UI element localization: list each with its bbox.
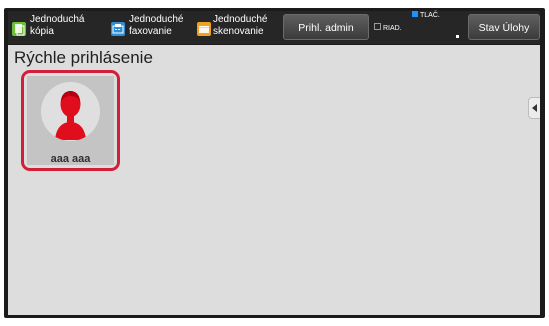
main-content: Rýchle prihlásenie aaa aaa [8, 45, 540, 315]
easy-fax-button[interactable]: Jednoduché faxovanie [109, 11, 195, 44]
user-silhouette-icon [55, 91, 86, 140]
easy-copy-button[interactable]: Jednoduchá kópia [10, 11, 106, 44]
scan-icon [197, 22, 211, 36]
job-status-button[interactable]: Stav Úlohy [468, 14, 540, 40]
status-dot [456, 35, 459, 38]
user-card-body: aaa aaa [27, 76, 114, 165]
top-bar: Jednoduchá kópia Jednoduché faxovanie Jedn… [8, 11, 540, 44]
easy-scan-button[interactable]: Jednoduché skenovanie [195, 11, 285, 44]
admin-login-button[interactable]: Prihl. admin [283, 14, 369, 40]
user-card[interactable]: aaa aaa [21, 70, 120, 171]
copy-icon [12, 22, 26, 36]
status-tlac-indicator [412, 11, 418, 17]
status-riad-indicator [374, 23, 381, 30]
user-name: aaa aaa [50, 153, 91, 165]
avatar [41, 82, 100, 141]
status-tlac: TLAČ. [412, 11, 440, 21]
easy-copy-label: Jednoduchá kópia [30, 14, 85, 37]
chevron-left-icon [532, 104, 537, 112]
page-title: Rýchle prihlásenie [14, 48, 153, 67]
side-panel-toggle[interactable] [528, 97, 540, 119]
easy-scan-label: Jednoduché skenovanie [213, 14, 268, 37]
fax-icon [111, 22, 125, 36]
status-riad: RIAD. [374, 23, 402, 33]
easy-fax-label: Jednoduché faxovanie [129, 14, 184, 37]
